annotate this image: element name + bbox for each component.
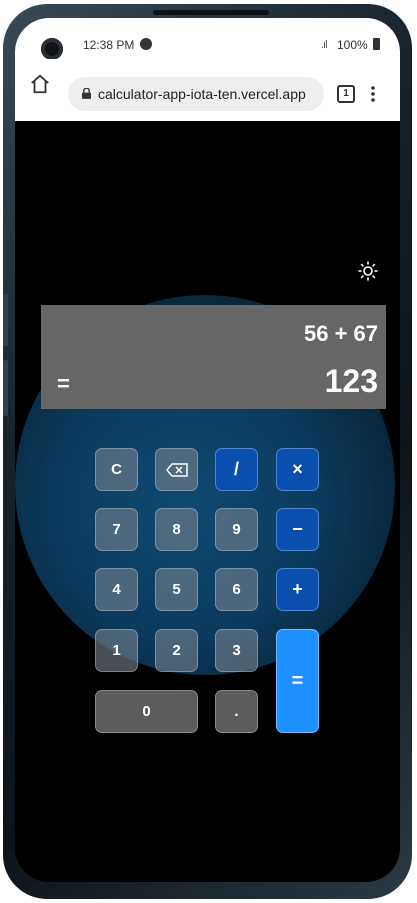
key-6[interactable]: 6	[215, 568, 258, 611]
result-text: 123	[324, 363, 378, 399]
signal-icon: .ıl	[321, 39, 327, 51]
browser-toolbar: calculator-app-iota-ten.vercel.app 1	[15, 59, 400, 121]
calculator-app: 56 + 67 = 123 C / × 7 8 9 − 4 5 6 + 1 2	[15, 121, 400, 882]
backspace-button[interactable]	[155, 448, 198, 491]
spotify-icon	[140, 38, 152, 50]
minus-button[interactable]: −	[276, 508, 319, 551]
home-icon[interactable]	[29, 73, 51, 95]
decimal-button[interactable]: .	[215, 690, 258, 733]
address-bar[interactable]: calculator-app-iota-ten.vercel.app	[68, 77, 324, 111]
power-button	[3, 360, 8, 416]
speaker-grille	[153, 10, 269, 15]
equals-button[interactable]: =	[276, 629, 319, 733]
key-1[interactable]: 1	[95, 629, 138, 672]
equals-label: =	[57, 371, 70, 396]
key-3[interactable]: 3	[215, 629, 258, 672]
key-7[interactable]: 7	[95, 508, 138, 551]
front-camera	[41, 38, 63, 60]
lock-icon	[82, 88, 91, 99]
key-5[interactable]: 5	[155, 568, 198, 611]
divide-button[interactable]: /	[215, 448, 258, 491]
battery-icon	[373, 38, 380, 50]
backspace-icon	[165, 462, 188, 477]
url-text: calculator-app-iota-ten.vercel.app	[98, 86, 306, 102]
expression-text: 56 + 67	[303, 321, 378, 346]
key-4[interactable]: 4	[95, 568, 138, 611]
tabs-icon[interactable]: 1	[337, 85, 355, 103]
key-8[interactable]: 8	[155, 508, 198, 551]
menu-icon[interactable]	[371, 85, 375, 103]
calculator-display: 56 + 67 = 123	[41, 305, 386, 409]
status-time: 12:38 PM	[83, 38, 135, 52]
clear-button[interactable]: C	[95, 448, 138, 491]
theme-toggle-icon[interactable]	[358, 261, 378, 281]
phone-frame: 12:38 PM .ıl 100% calculator-app-iota-te…	[3, 4, 412, 899]
multiply-button[interactable]: ×	[276, 448, 319, 491]
key-0[interactable]: 0	[95, 690, 198, 733]
battery-percent: 100%	[337, 38, 368, 52]
plus-button[interactable]: +	[276, 568, 319, 611]
key-2[interactable]: 2	[155, 629, 198, 672]
key-9[interactable]: 9	[215, 508, 258, 551]
screen: 12:38 PM .ıl 100% calculator-app-iota-te…	[15, 18, 400, 882]
status-bar: 12:38 PM .ıl 100%	[15, 18, 400, 60]
volume-button	[3, 294, 8, 346]
